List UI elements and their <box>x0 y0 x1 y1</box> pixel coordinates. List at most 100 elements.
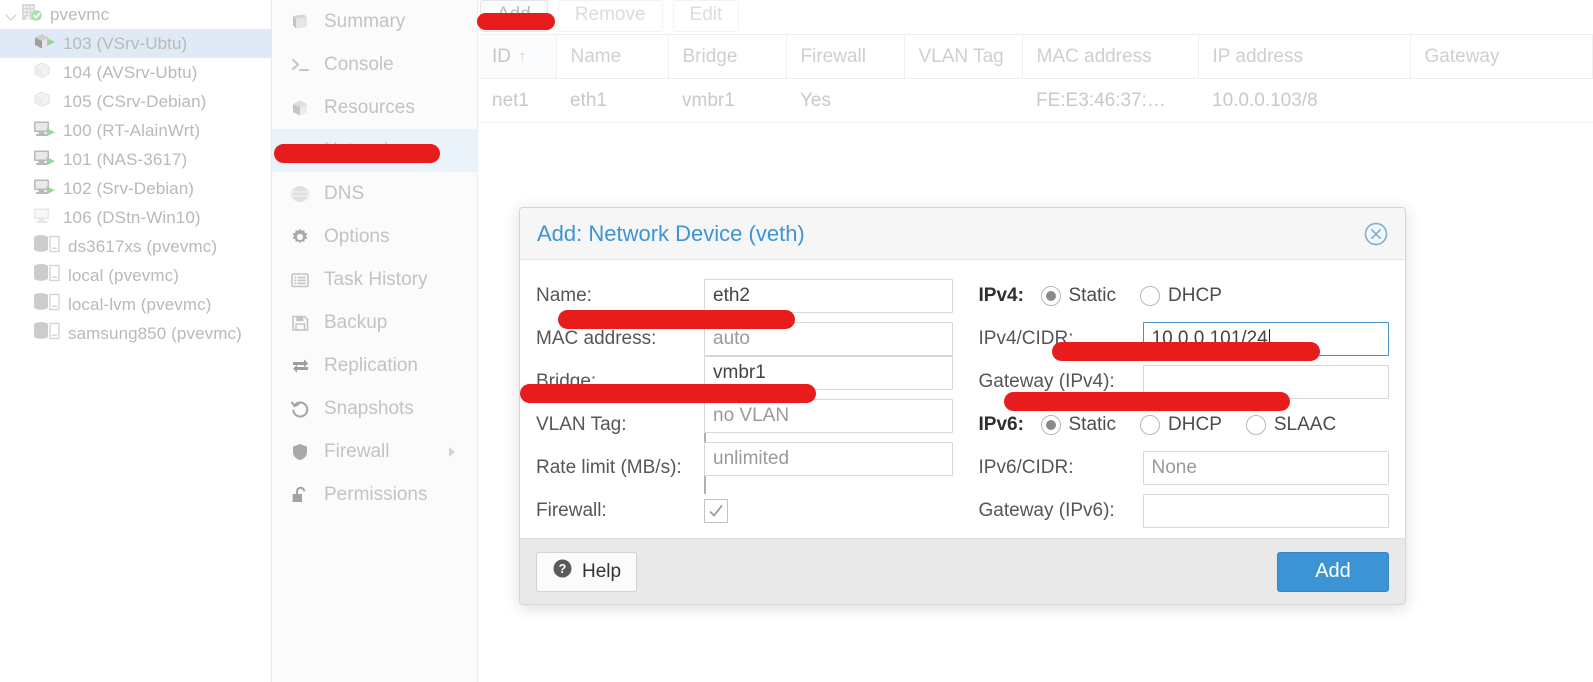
rate-limit-stepper[interactable]: unlimited <box>704 441 953 476</box>
ipv6-mode-radio-group[interactable]: Static DHCP SLAAC <box>1040 413 1361 436</box>
radio-unselected-icon[interactable] <box>1140 414 1161 435</box>
annotation-gateway-ipv4 <box>1004 392 1290 411</box>
ipv6-cidr-label: IPv6/CIDR: <box>978 456 1074 478</box>
terminal-icon <box>290 55 314 75</box>
nav-item-console[interactable]: Console <box>272 43 477 86</box>
dialog-title-bar: Add: Network Device (veth) <box>520 208 1405 260</box>
tree-item-local-pvevmc[interactable]: local (pvevmc) <box>0 261 271 290</box>
ipv4-static-radio[interactable]: Static <box>1040 285 1116 307</box>
help-button-label: Help <box>582 560 622 582</box>
radio-label: SLAAC <box>1273 413 1337 435</box>
nav-item-task-history[interactable]: Task History <box>272 258 477 301</box>
gateway-ipv6-input[interactable] <box>1142 493 1389 528</box>
tree-item-100-rt-alainwrt[interactable]: 100 (RT-AlainWrt) <box>0 116 271 145</box>
ipv6-dhcp-radio[interactable]: DHCP <box>1140 414 1222 436</box>
ipv6-cidr-input[interactable]: None <box>1142 450 1389 485</box>
nav-item-resources[interactable]: Resources <box>272 86 477 129</box>
mac-address-label: MAC address: <box>536 327 657 349</box>
nav-item-label: Replication <box>324 354 418 376</box>
shield-icon <box>290 442 314 462</box>
nav-item-summary[interactable]: Summary <box>272 0 477 43</box>
column-header-firewall[interactable]: Firewall <box>786 34 905 79</box>
grid-toolbar: Add Remove Edit <box>478 0 1593 34</box>
submenu-arrow-icon[interactable] <box>449 446 455 457</box>
resource-tree[interactable]: pvevmc 103 (VSrv-Ubtu) 104 (AVSrv-Ubtu) 105… <box>0 0 272 682</box>
tree-item-103-vsrv-ubtu[interactable]: 103 (VSrv-Ubtu) <box>0 29 271 58</box>
annotation-ipv4-cidr <box>1052 342 1320 361</box>
column-header-bridge[interactable]: Bridge <box>668 34 787 79</box>
help-button[interactable]: ? Help <box>536 551 638 592</box>
tree-item-label: pvevmc <box>50 4 110 24</box>
radio-label: Static <box>1068 413 1117 435</box>
dialog-add-button[interactable]: Add <box>1277 551 1389 592</box>
tree-item-samsung850-pvevmc[interactable]: samsung850 (pvevmc) <box>0 319 271 348</box>
unlock-icon <box>290 485 314 505</box>
storage-icon <box>32 233 61 260</box>
radio-unselected-icon[interactable] <box>1140 285 1161 306</box>
tree-item-local-lvm-pvevmc[interactable]: local-lvm (pvevmc) <box>0 290 271 319</box>
table-header-row[interactable]: ID ↑ Name Bridge Firewall VLAN Tag MAC address… <box>478 34 1593 79</box>
radio-label: DHCP <box>1168 413 1222 435</box>
tree-item-104-avsrv-ubtu[interactable]: 104 (AVSrv-Ubtu) <box>0 58 271 87</box>
ipv4-dhcp-radio[interactable]: DHCP <box>1140 285 1222 307</box>
tree-item-label: 100 (RT-AlainWrt) <box>63 120 201 140</box>
ipv6-static-radio[interactable]: Static <box>1040 413 1117 436</box>
ipv4-mode-radio-group[interactable]: Static DHCP <box>1040 285 1246 307</box>
column-header-label: Name <box>570 45 622 67</box>
rate-limit-label: Rate limit (MB/s): <box>536 456 682 478</box>
nav-item-backup[interactable]: Backup <box>272 301 477 344</box>
table-body[interactable]: net1 eth1 vmbr1 Yes FE:E3:46:37:… 10.0.0.103/… <box>478 78 1593 123</box>
column-header-mac-address[interactable]: MAC address <box>1022 34 1199 79</box>
nav-item-dns[interactable]: DNS <box>272 172 477 215</box>
column-header-label: Bridge <box>682 45 738 67</box>
tree-expander-icon[interactable] <box>4 7 20 23</box>
nav-item-options[interactable]: Options <box>272 215 477 258</box>
network-devices-table: ID ↑ Name Bridge Firewall VLAN Tag MAC address… <box>478 34 1593 123</box>
column-header-label: Gateway <box>1424 45 1500 67</box>
sort-ascending-icon: ↑ <box>518 46 527 66</box>
nav-item-label: Resources <box>324 96 415 118</box>
column-header-ip-address[interactable]: IP address <box>1198 34 1411 79</box>
tree-item-label: local-lvm (pvevmc) <box>68 294 212 314</box>
radio-selected-icon[interactable] <box>1040 414 1061 435</box>
nav-item-permissions[interactable]: Permissions <box>272 473 477 516</box>
cell-id: net1 <box>478 78 556 123</box>
remove-button[interactable]: Remove <box>557 0 663 32</box>
tree-item-101-nas-3617[interactable]: 101 (NAS-3617) <box>0 145 271 174</box>
nav-item-firewall[interactable]: Firewall <box>272 430 477 473</box>
close-circle-icon[interactable] <box>1361 219 1391 249</box>
field-row-vlan: VLAN Tag: no VLAN <box>536 398 953 451</box>
vlan-tag-stepper[interactable]: no VLAN <box>704 398 953 433</box>
firewall-checkbox[interactable] <box>704 498 728 523</box>
column-header-gateway[interactable]: Gateway <box>1410 34 1593 79</box>
radio-unselected-icon[interactable] <box>1245 414 1266 435</box>
name-input[interactable]: eth2 <box>704 278 953 313</box>
vm-running-icon <box>32 176 56 202</box>
edit-button[interactable]: Edit <box>672 0 740 32</box>
tree-item-102-srv-debian[interactable]: 102 (Srv-Debian) <box>0 174 271 203</box>
tree-item-106-dstn-win10[interactable]: 106 (DStn-Win10) <box>0 203 271 232</box>
dialog-title: Add: Network Device (veth) <box>537 220 805 246</box>
context-nav-menu[interactable]: SummaryConsoleResourcesNetworkDNSOptions… <box>272 0 478 682</box>
column-header-vlan-tag[interactable]: VLAN Tag <box>904 34 1023 79</box>
vm-stopped-icon <box>32 205 56 231</box>
column-header-id[interactable]: ID ↑ <box>478 34 557 79</box>
column-header-label: Firewall <box>800 45 866 67</box>
ipv6-slaac-radio[interactable]: SLAAC <box>1245 413 1337 436</box>
stepper-arrows-icon[interactable] <box>704 475 953 494</box>
field-row-ipv4-mode: IPv4: Static DHCP <box>979 274 1390 317</box>
tree-item-label: 105 (CSrv-Debian) <box>63 91 207 111</box>
tree-item-pvevmc[interactable]: pvevmc <box>0 0 271 29</box>
gear-icon <box>290 227 314 247</box>
nav-item-snapshots[interactable]: Snapshots <box>272 387 477 430</box>
tree-item-label: 106 (DStn-Win10) <box>63 207 201 227</box>
tree-item-105-csrv-debian[interactable]: 105 (CSrv-Debian) <box>0 87 271 116</box>
nav-item-replication[interactable]: Replication <box>272 344 477 387</box>
tree-item-ds3617xs-pvevmc[interactable]: ds3617xs (pvevmc) <box>0 232 271 261</box>
book-icon <box>290 12 314 32</box>
nav-item-label: Permissions <box>324 483 428 505</box>
table-row[interactable]: net1 eth1 vmbr1 Yes FE:E3:46:37:… 10.0.0.103/… <box>478 78 1593 123</box>
column-header-name[interactable]: Name <box>556 34 669 79</box>
storage-icon <box>32 320 61 347</box>
radio-selected-icon[interactable] <box>1040 285 1061 306</box>
